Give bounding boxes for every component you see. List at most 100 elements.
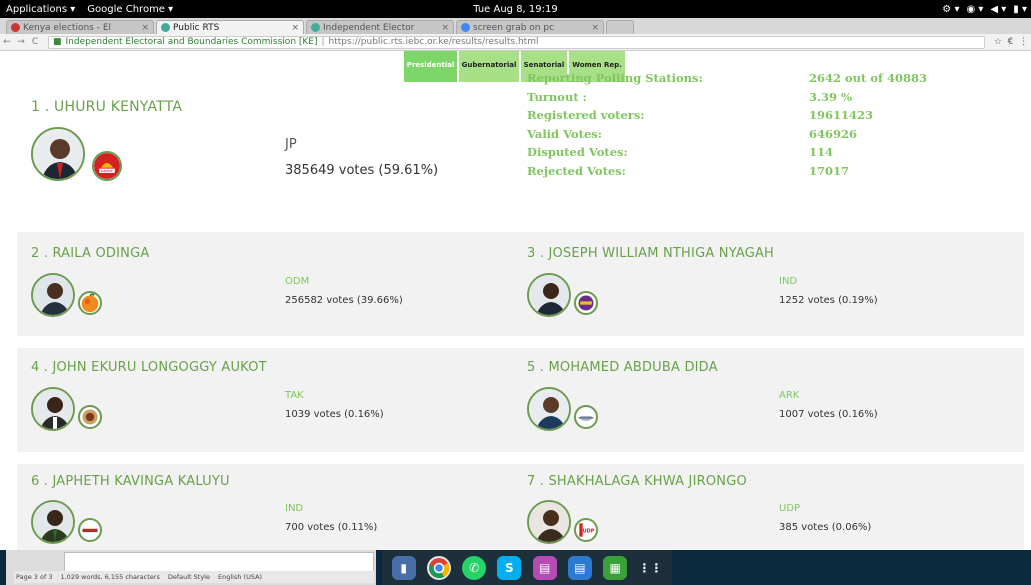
jubilee-logo-text: Jubilee	[100, 169, 113, 173]
page-style: Default Style	[167, 573, 210, 581]
google-icon	[461, 23, 470, 32]
candidate-votes: 700 votes (0.11%)	[285, 522, 378, 533]
whatsapp-icon[interactable]: ✆	[462, 555, 487, 580]
forward-icon[interactable]: →	[14, 37, 28, 47]
candidate-votes: 256582 votes (39.66%)	[285, 295, 403, 306]
close-icon[interactable]: ×	[441, 23, 449, 33]
udp-logo-text: UDP	[583, 529, 595, 535]
candidate-votes: 1252 votes (0.19%)	[779, 295, 878, 306]
tak-logo-icon	[78, 405, 102, 429]
candidate-votes: 1007 votes (0.16%)	[779, 409, 878, 420]
leader-party: JP	[285, 137, 297, 152]
app-grid-icon[interactable]: ⋮⋮	[638, 556, 662, 580]
address-bar-row: ← → C ■ Independent Electoral and Bounda…	[0, 34, 1031, 51]
ark-logo-icon	[574, 405, 598, 429]
independent-logo-icon	[78, 518, 102, 542]
writer-status-bar: Page 3 of 3 1,029 words, 6,155 character…	[14, 571, 374, 583]
system-top-bar: Applications ▾ Google Chrome ▾ Tue Aug 8…	[0, 0, 1031, 18]
stat-row: Valid Votes: 646926	[527, 127, 947, 146]
tab-label: screen grab on pc	[473, 22, 555, 33]
tab-label: Public RTS	[173, 22, 220, 33]
stat-label: Rejected Votes:	[527, 163, 626, 178]
candidate-party: UDP	[779, 503, 801, 514]
reload-icon[interactable]: C	[28, 37, 42, 47]
tab-kenya-elections[interactable]: Kenya elections - El ×	[6, 20, 154, 34]
page-count: Page 3 of 3	[16, 573, 53, 581]
candidate-photo	[527, 273, 571, 317]
new-tab-button[interactable]	[606, 20, 634, 34]
candidate-party: ODM	[285, 276, 310, 287]
odm-orange-logo-icon	[78, 291, 102, 315]
close-icon[interactable]: ×	[141, 23, 149, 33]
tab-presidential[interactable]: Presidential	[404, 51, 457, 82]
calc-icon[interactable]: ▦	[603, 555, 628, 580]
candidate-party: IND	[779, 276, 798, 287]
candidate-name: 5 . MOHAMED ABDUBA DIDA	[527, 360, 718, 375]
stat-row: Reporting Polling Stations: 2642 out of 4…	[527, 71, 947, 90]
tab-gubernatorial[interactable]: Gubernatorial	[459, 51, 519, 82]
favicon-icon	[311, 23, 320, 32]
bookmark-star-icon[interactable]: ☆	[994, 37, 1002, 47]
leader-photo	[31, 127, 85, 181]
battery-icon[interactable]: ▮ ▾	[1013, 4, 1027, 15]
stat-row: Registered voters: 19611423	[527, 108, 947, 127]
stat-label: Valid Votes:	[527, 126, 602, 141]
candidate-photo	[31, 500, 75, 544]
favicon-icon	[161, 23, 170, 32]
back-icon[interactable]: ←	[0, 37, 14, 47]
stat-label: Registered voters:	[527, 108, 645, 122]
candidate-party: ARK	[779, 390, 800, 401]
page-content: Presidential Gubernatorial Senatorial Wo…	[0, 51, 1031, 550]
candidate-name: 6 . JAPHETH KAVINGA KALUYU	[31, 474, 230, 489]
tab-independent-electoral[interactable]: Independent Elector ×	[306, 20, 454, 34]
stat-value: 2642 out of 40883	[809, 71, 927, 85]
candidate-photo	[527, 387, 571, 431]
taskbar: Page 3 of 3 1,029 words, 6,155 character…	[0, 550, 1031, 585]
candidate-photo	[31, 273, 75, 317]
close-icon[interactable]: ×	[291, 23, 299, 33]
candidate-photo	[527, 500, 571, 544]
accessibility-icon[interactable]: ⚙ ▾	[942, 4, 959, 15]
stat-label: Disputed Votes:	[527, 145, 628, 159]
results-summary: Reporting Polling Stations: 2642 out of 4…	[527, 71, 947, 182]
independent-logo-icon	[574, 291, 598, 315]
udp-logo-icon: UDP	[574, 518, 598, 542]
tab-public-rts[interactable]: Public RTS ×	[156, 20, 304, 34]
favicon-icon	[11, 23, 20, 32]
candidate-row-bg	[17, 232, 1024, 336]
word-count: 1,029 words, 6,155 characters	[60, 573, 160, 581]
browser-tab-bar: Kenya elections - El × Public RTS × Inde…	[0, 18, 1031, 34]
close-icon[interactable]: ×	[591, 23, 599, 33]
tab-label: Kenya elections - El	[23, 22, 112, 33]
network-icon[interactable]: ◉ ▾	[966, 4, 983, 15]
candidate-name: 7 . SHAKHALAGA KHWA JIRONGO	[527, 474, 747, 489]
jubilee-logo-icon: Jubilee	[92, 151, 122, 181]
stat-value: 114	[809, 145, 834, 159]
leader-name: 1 . UHURU KENYATTA	[31, 99, 183, 115]
tab-label: Independent Elector	[323, 22, 415, 33]
candidate-name: 3 . JOSEPH WILLIAM NTHIGA NYAGAH	[527, 246, 775, 261]
candidate-name: 2 . RAILA ODINGA	[31, 246, 150, 261]
stat-row: Disputed Votes: 114	[527, 145, 947, 164]
extension-icon[interactable]: €	[1008, 37, 1014, 47]
files-icon[interactable]: ▮	[391, 555, 416, 580]
volume-icon[interactable]: ◀ ▾	[990, 4, 1006, 15]
chrome-menu[interactable]: Google Chrome ▾	[81, 4, 179, 15]
url-field[interactable]: ■ Independent Electoral and Boundaries C…	[48, 35, 985, 49]
menu-icon[interactable]: ⋮	[1019, 37, 1028, 47]
impress-icon[interactable]: ▤	[532, 555, 557, 580]
applications-menu[interactable]: Applications ▾	[0, 4, 81, 15]
writer-icon[interactable]: ▤	[567, 555, 592, 580]
url-text: https://public.rts.iebc.or.ke/results/re…	[328, 37, 539, 47]
tab-screen-grab[interactable]: screen grab on pc ×	[456, 20, 604, 34]
skype-icon[interactable]: S	[497, 555, 522, 580]
dock: ▮ ✆ S ▤ ▤ ▦ ⋮⋮	[382, 550, 672, 585]
writer-window-preview[interactable]: Page 3 of 3 1,029 words, 6,155 character…	[6, 550, 376, 585]
chrome-icon[interactable]	[426, 555, 451, 580]
candidate-votes: 1039 votes (0.16%)	[285, 409, 384, 420]
candidate-name: 4 . JOHN EKURU LONGOGGY AUKOT	[31, 360, 267, 375]
stat-row: Rejected Votes: 17017	[527, 164, 947, 183]
leader-votes: 385649 votes (59.61%)	[285, 163, 439, 178]
stat-row: Turnout : 3.39 %	[527, 90, 947, 109]
language: English (USA)	[218, 573, 263, 581]
